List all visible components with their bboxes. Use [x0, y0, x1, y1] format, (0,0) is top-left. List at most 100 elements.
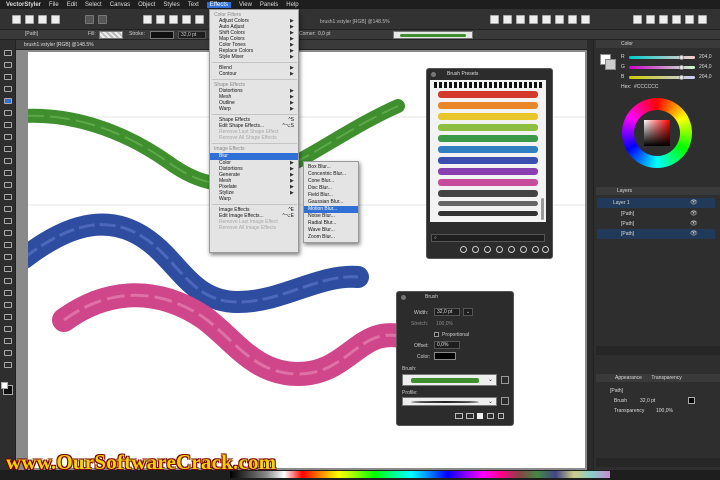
brush-preset-item[interactable]	[438, 157, 538, 164]
fit-icon[interactable]	[581, 15, 590, 24]
menu-text[interactable]: Text	[188, 2, 199, 8]
reload-icon[interactable]	[484, 246, 491, 253]
boolean-icon[interactable]	[195, 15, 204, 24]
scrollbar[interactable]	[541, 198, 544, 220]
brush-preset-item[interactable]	[438, 91, 538, 98]
b-slider-knob[interactable]	[679, 75, 684, 80]
menu-item-style-mixer[interactable]: Style Mixer	[210, 54, 298, 60]
menu-canvas[interactable]: Canvas	[110, 2, 130, 8]
outline-view-icon[interactable]	[555, 15, 564, 24]
close-panel-icon[interactable]	[431, 72, 436, 77]
mesh-tool-icon[interactable]	[4, 230, 12, 236]
brush-preset-item[interactable]	[438, 135, 538, 142]
submenu-item-radial-blur[interactable]: Radial Blur...	[304, 220, 358, 227]
color-toggle-icon[interactable]	[646, 15, 655, 24]
corner-value[interactable]: 0,0 pt	[318, 31, 331, 37]
appearance-brush-value[interactable]: 32,0 pt	[640, 398, 655, 404]
appearance-tab[interactable]: Appearance	[599, 375, 642, 381]
gradient-tool-icon[interactable]	[4, 218, 12, 224]
node-tool-icon[interactable]	[4, 62, 12, 68]
brush-preset-item[interactable]	[438, 146, 538, 153]
spiral-tool-icon[interactable]	[4, 206, 12, 212]
fill-color-swatch[interactable]	[1, 382, 8, 389]
visibility-eye-icon[interactable]: 👁	[690, 210, 698, 218]
slice-tool-icon[interactable]	[4, 362, 12, 368]
fill-swatch[interactable]	[99, 31, 123, 39]
undo-icon[interactable]	[85, 15, 94, 24]
menu-object[interactable]: Object	[138, 2, 155, 8]
smudge-tool-icon[interactable]	[4, 302, 12, 308]
menu-effects[interactable]: Effects	[206, 1, 232, 8]
menu-panels[interactable]: Panels	[260, 2, 278, 8]
ungroup-icon[interactable]	[156, 15, 165, 24]
submenu-item-concentric-blur[interactable]: Concentric Blur...	[304, 171, 358, 178]
brush-toggle-icon[interactable]	[672, 15, 681, 24]
text-tool-icon[interactable]	[4, 146, 12, 152]
zoom-tool-icon[interactable]	[4, 314, 12, 320]
guides-icon[interactable]	[516, 15, 525, 24]
brush-preset-item[interactable]	[434, 82, 542, 88]
menu-help[interactable]: Help	[286, 2, 298, 8]
more-icon[interactable]	[542, 246, 549, 253]
shape-builder-tool-icon[interactable]	[4, 254, 12, 260]
polygon-tool-icon[interactable]	[4, 182, 12, 188]
add-icon[interactable]	[477, 413, 483, 419]
appearance-stroke-swatch[interactable]	[688, 397, 695, 404]
brush-preset-item[interactable]	[438, 124, 538, 131]
submenu-item-cone-blur[interactable]: Cone Blur...	[304, 178, 358, 185]
align-stroke-icon[interactable]	[455, 413, 463, 419]
menu-item-warp[interactable]: Warp	[210, 106, 298, 112]
layers-toggle-icon[interactable]	[633, 15, 642, 24]
offset-field[interactable]: 0,0%	[434, 341, 460, 349]
warp-tool-icon[interactable]	[4, 278, 12, 284]
styles-toggle-icon[interactable]	[659, 15, 668, 24]
wave-icon[interactable]	[466, 413, 474, 419]
saturation-square[interactable]	[644, 120, 670, 146]
appearance-transparency-value[interactable]: 100,0%	[656, 408, 673, 414]
submenu-item-gaussian-blur[interactable]: Gaussian Blur...	[304, 199, 358, 206]
menu-view[interactable]: View	[239, 2, 252, 8]
transform-tool-icon[interactable]	[4, 74, 12, 80]
snap-icon[interactable]	[490, 15, 499, 24]
copy-icon[interactable]	[508, 246, 515, 253]
view-mode-icon[interactable]	[542, 15, 551, 24]
r-slider-knob[interactable]	[679, 55, 684, 60]
menu-edit[interactable]: Edit	[67, 2, 77, 8]
eyedropper-tool-icon[interactable]	[4, 242, 12, 248]
brush-preset-item[interactable]	[438, 179, 538, 186]
brush-preset-item[interactable]	[438, 190, 538, 197]
menu-styles[interactable]: Styles	[163, 2, 179, 8]
r-slider[interactable]	[629, 56, 695, 59]
b-slider[interactable]	[629, 76, 695, 79]
stroke-swatch[interactable]	[150, 31, 174, 39]
r-value[interactable]: 204,0	[699, 54, 712, 60]
pan-tool-icon[interactable]	[4, 326, 12, 332]
select-tool-icon[interactable]	[4, 50, 12, 56]
open-document-icon[interactable]	[25, 15, 34, 24]
brush-search-input[interactable]: ⌕	[431, 234, 545, 242]
knife-tool-icon[interactable]	[4, 134, 12, 140]
effects-toggle-icon[interactable]	[685, 15, 694, 24]
color-palette-strip[interactable]	[230, 471, 610, 478]
folder-icon[interactable]	[460, 246, 467, 253]
submenu-item-zoom-blur[interactable]: Zoom Blur...	[304, 234, 358, 241]
edit-icon[interactable]	[496, 246, 503, 253]
brush-color-swatch[interactable]	[434, 352, 456, 360]
menu-select[interactable]: Select	[85, 2, 102, 8]
zoom-icon[interactable]	[568, 15, 577, 24]
duplicate-icon[interactable]	[487, 413, 494, 419]
brush-select-dropdown[interactable]: ⌄	[402, 374, 497, 386]
group-icon[interactable]	[143, 15, 152, 24]
menu-file[interactable]: File	[49, 2, 59, 8]
app-menu[interactable]: VectorStyler	[6, 2, 41, 8]
settings-icon[interactable]	[698, 15, 707, 24]
save-document-icon[interactable]	[38, 15, 47, 24]
submenu-item-noise-blur[interactable]: Noise Blur...	[304, 213, 358, 220]
transparency-tab[interactable]: Transparency	[643, 375, 681, 381]
eraser-tool-icon[interactable]	[4, 122, 12, 128]
stroke-width-field[interactable]: 32,0 pt	[178, 31, 206, 39]
twirl-tool-icon[interactable]	[4, 290, 12, 296]
proportional-checkbox[interactable]	[434, 332, 439, 337]
pencil-tool-icon[interactable]	[4, 110, 12, 116]
stroke-color-box[interactable]	[605, 59, 616, 70]
